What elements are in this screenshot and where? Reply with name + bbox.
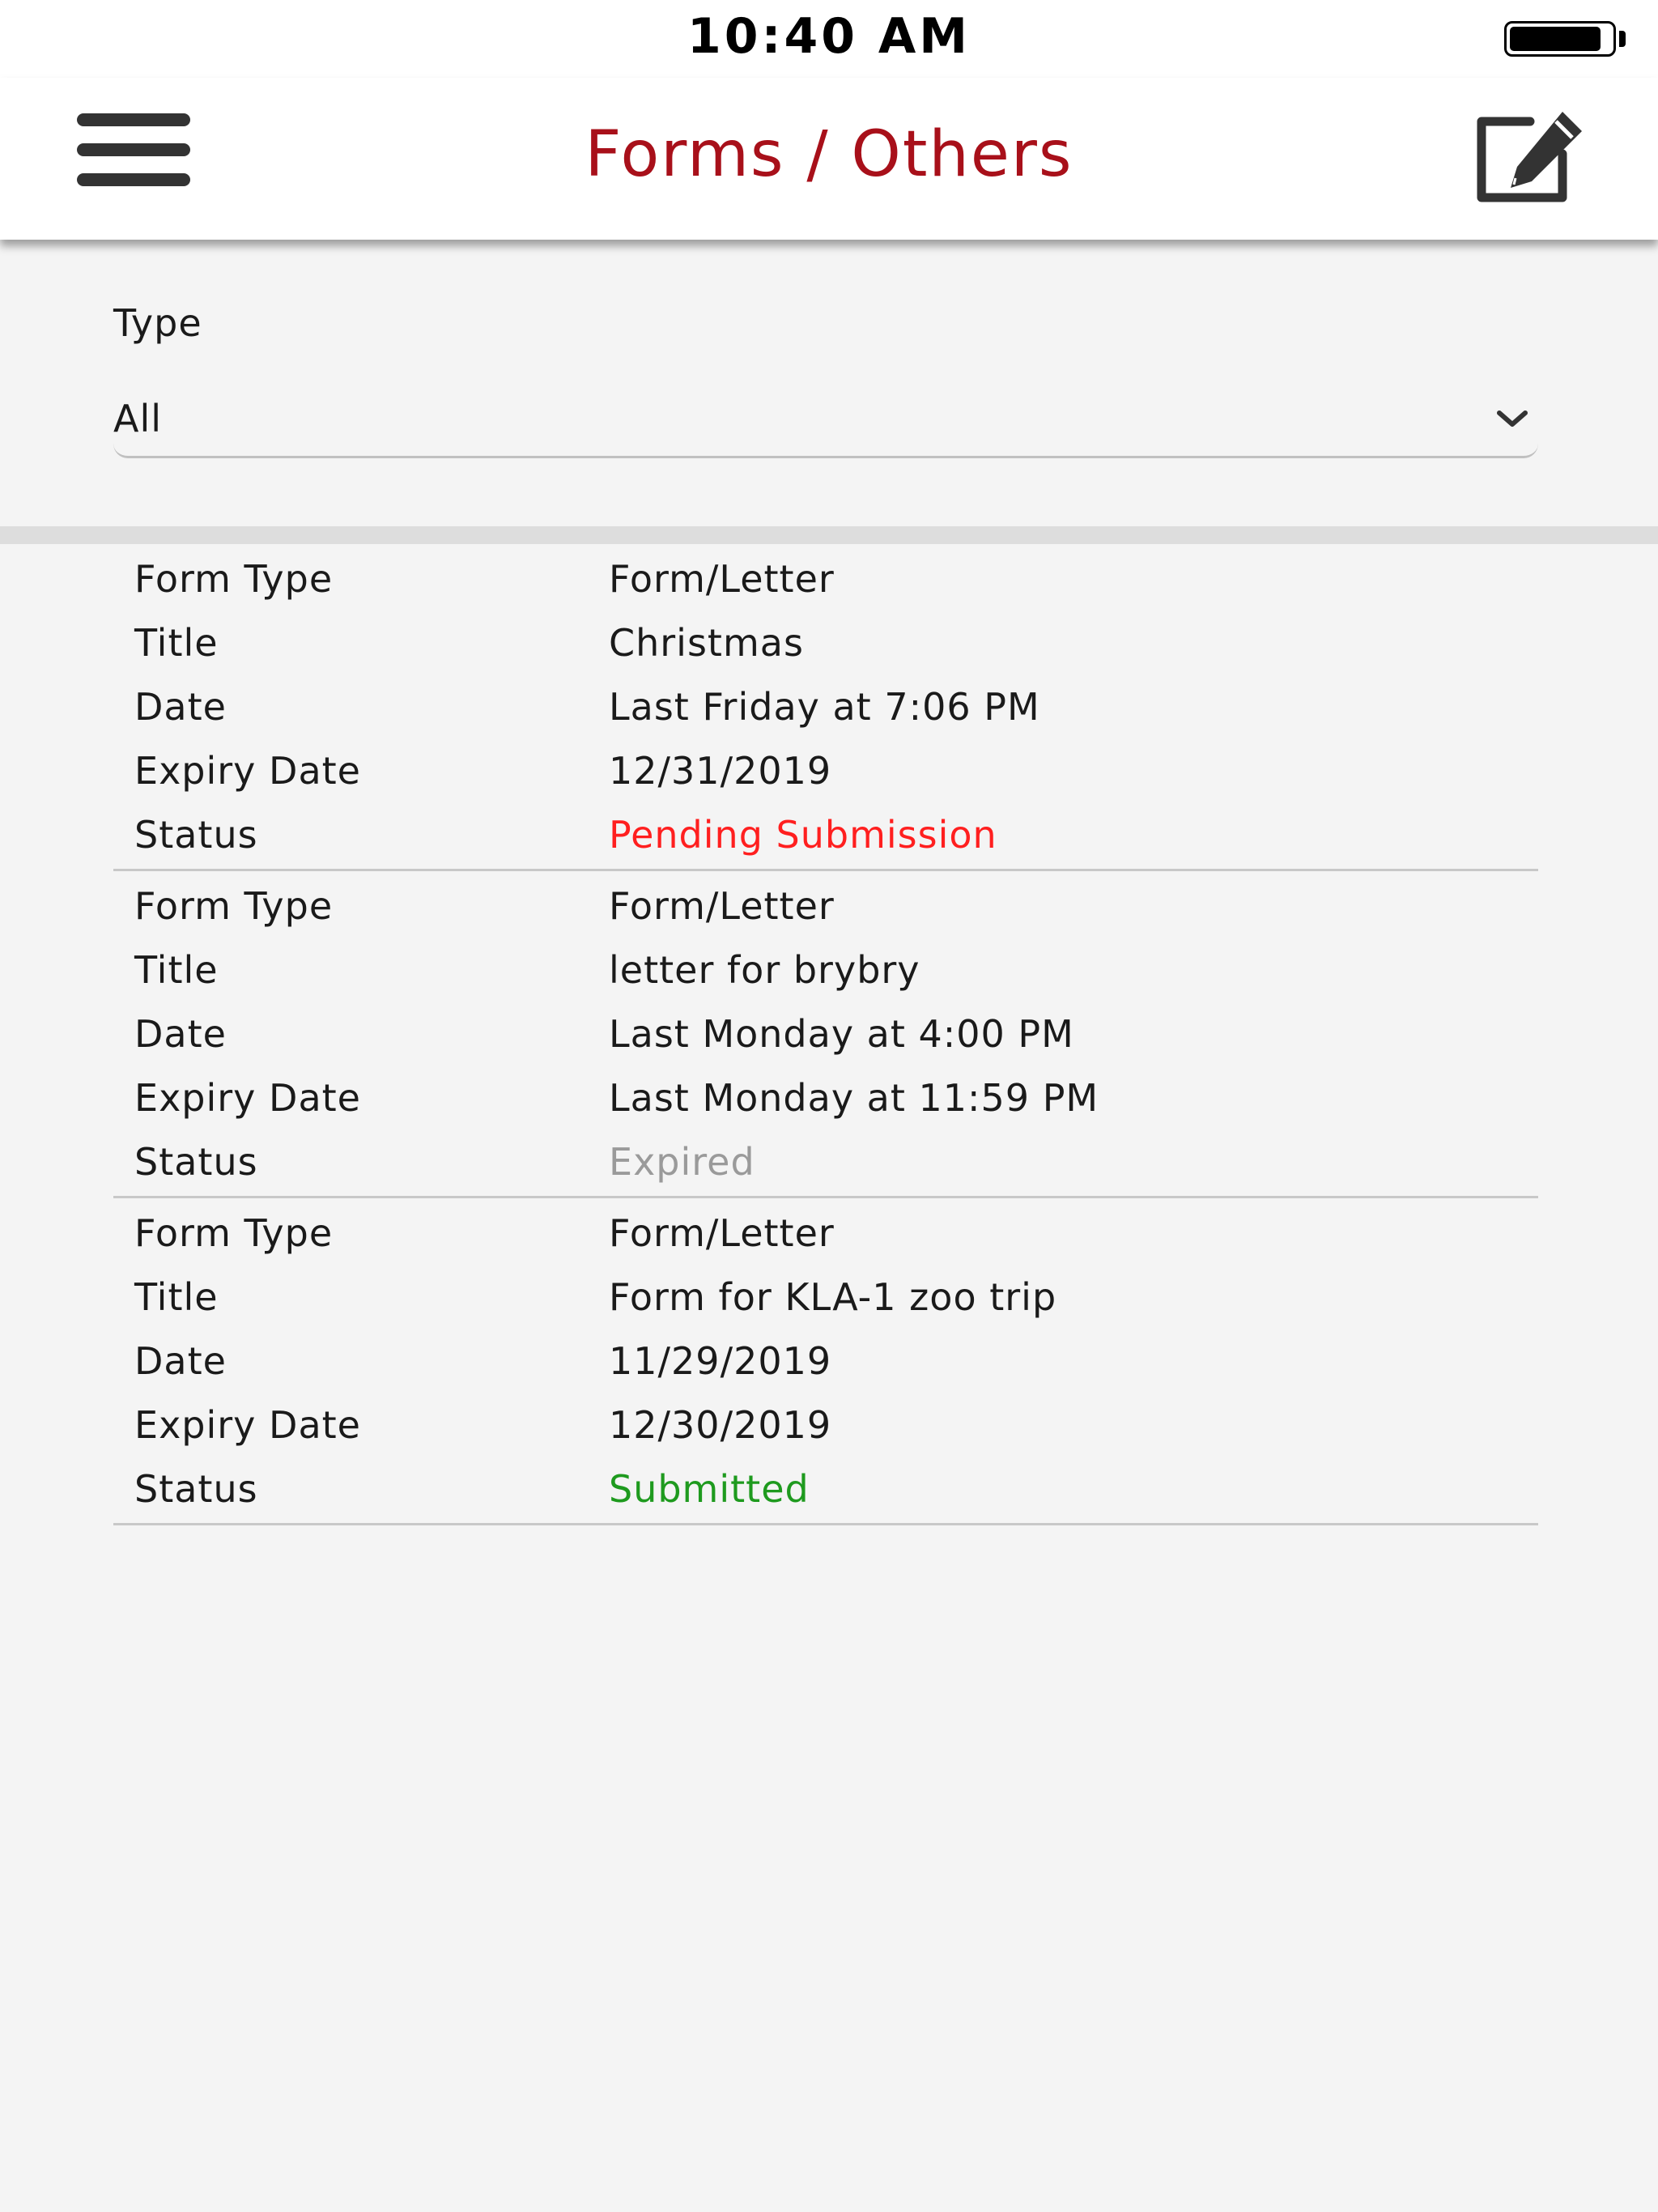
date-value: 11/29/2019: [609, 1339, 832, 1383]
form-type-value: Form/Letter: [609, 884, 835, 928]
form-item[interactable]: Form Type Form/Letter Title letter for b…: [113, 871, 1538, 1198]
status-value: Pending Submission: [609, 813, 997, 857]
form-item[interactable]: Form Type Form/Letter Title Christmas Da…: [113, 544, 1538, 871]
status-row: Status Pending Submission: [113, 800, 1538, 864]
title-row: Title letter for brybry: [113, 935, 1538, 999]
page-title: Forms / Others: [585, 118, 1073, 191]
battery-icon: [1504, 21, 1616, 57]
form-type-value: Form/Letter: [609, 1211, 835, 1255]
date-value: Last Friday at 7:06 PM: [609, 685, 1040, 729]
date-label: Date: [134, 685, 227, 729]
title-label: Title: [134, 948, 219, 992]
expiry-date-row: Expiry Date Last Monday at 11:59 PM: [113, 1063, 1538, 1127]
title-row: Title Christmas: [113, 608, 1538, 672]
form-type-row: Form Type Form/Letter: [113, 871, 1538, 935]
battery-tip: [1619, 31, 1626, 47]
date-row: Date 11/29/2019: [113, 1326, 1538, 1390]
battery-level: [1510, 27, 1601, 51]
navigation-bar: Forms / Others: [0, 78, 1658, 240]
title-row: Title Form for KLA-1 zoo trip: [113, 1262, 1538, 1326]
type-filter-label: Type: [113, 301, 202, 345]
expiry-date-value: 12/30/2019: [609, 1403, 832, 1447]
status-value: Expired: [609, 1140, 755, 1184]
date-label: Date: [134, 1012, 227, 1056]
chevron-down-icon: [1494, 406, 1530, 431]
form-type-row: Form Type Form/Letter: [113, 544, 1538, 608]
status-label: Status: [134, 813, 258, 857]
menu-bar-bottom: [77, 173, 190, 186]
form-type-label: Form Type: [134, 1211, 334, 1255]
section-divider: [0, 526, 1658, 544]
compose-edit-icon[interactable]: [1472, 107, 1593, 212]
type-dropdown-value: All: [113, 397, 163, 440]
form-type-label: Form Type: [134, 557, 334, 601]
expiry-date-label: Expiry Date: [134, 749, 361, 793]
status-bar: 10:40 AM: [0, 0, 1658, 78]
status-label: Status: [134, 1467, 258, 1511]
expiry-date-row: Expiry Date 12/31/2019: [113, 736, 1538, 800]
status-row: Status Submitted: [113, 1454, 1538, 1518]
type-dropdown[interactable]: All: [113, 377, 1538, 458]
expiry-date-label: Expiry Date: [134, 1403, 361, 1447]
expiry-date-value: 12/31/2019: [609, 749, 832, 793]
form-item[interactable]: Form Type Form/Letter Title Form for KLA…: [113, 1198, 1538, 1525]
expiry-date-label: Expiry Date: [134, 1076, 361, 1120]
title-label: Title: [134, 1275, 219, 1319]
status-row: Status Expired: [113, 1127, 1538, 1191]
date-label: Date: [134, 1339, 227, 1383]
status-time: 10:40 AM: [687, 8, 971, 65]
menu-bar-top: [77, 113, 190, 126]
forms-list: Form Type Form/Letter Title Christmas Da…: [113, 544, 1538, 1525]
date-row: Date Last Friday at 7:06 PM: [113, 672, 1538, 736]
status-value: Submitted: [609, 1467, 810, 1511]
menu-bar-middle: [77, 143, 190, 156]
hamburger-menu-icon[interactable]: [73, 113, 194, 194]
form-type-value: Form/Letter: [609, 557, 835, 601]
title-value: Christmas: [609, 621, 804, 665]
expiry-date-value: Last Monday at 11:59 PM: [609, 1076, 1099, 1120]
title-value: Form for KLA-1 zoo trip: [609, 1275, 1057, 1319]
status-label: Status: [134, 1140, 258, 1184]
title-label: Title: [134, 621, 219, 665]
date-row: Date Last Monday at 4:00 PM: [113, 999, 1538, 1063]
date-value: Last Monday at 4:00 PM: [609, 1012, 1074, 1056]
title-value: letter for brybry: [609, 948, 920, 992]
expiry-date-row: Expiry Date 12/30/2019: [113, 1390, 1538, 1454]
form-type-row: Form Type Form/Letter: [113, 1198, 1538, 1262]
form-type-label: Form Type: [134, 884, 334, 928]
